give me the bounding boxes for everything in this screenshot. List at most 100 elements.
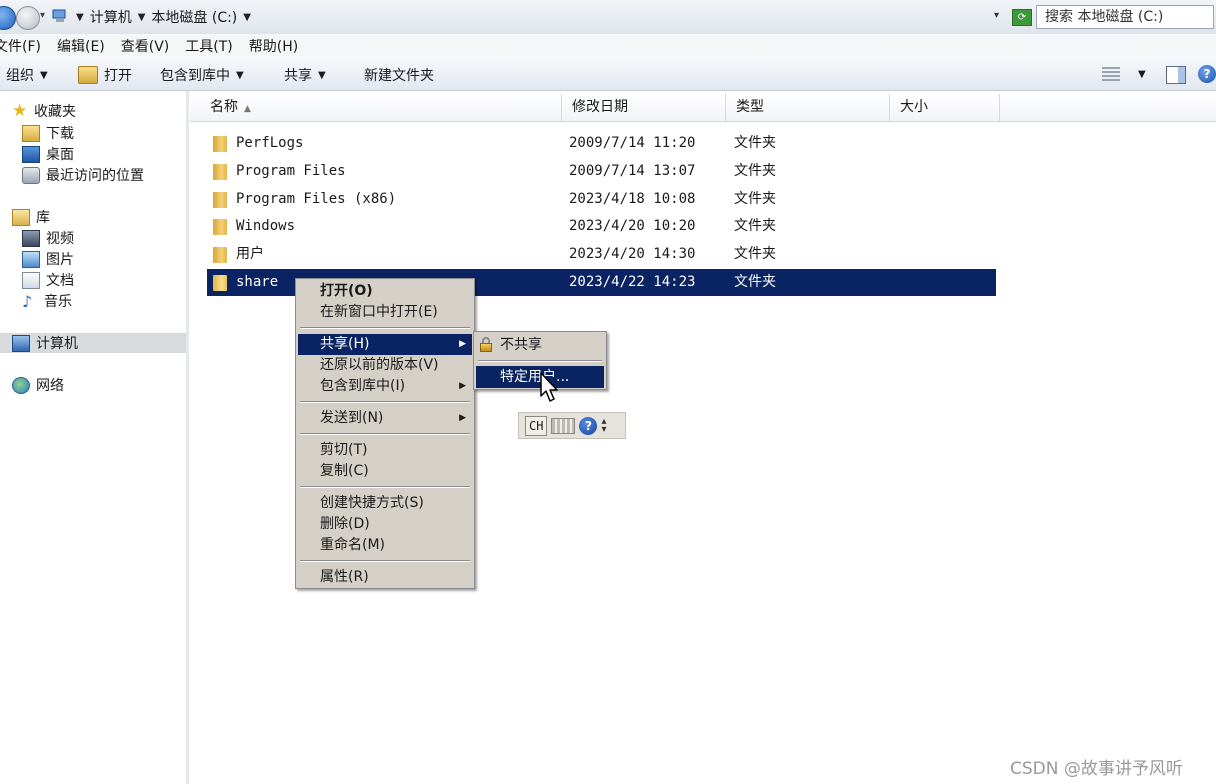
ctx-include-library-label: 包含到库中(I) — [320, 378, 406, 394]
menu-separator — [300, 560, 470, 562]
help-icon[interactable]: ? — [579, 416, 598, 435]
file-row[interactable]: 用户 2023/4/20 14:30 文件夹 — [207, 241, 996, 268]
column-header-size[interactable]: 大小 — [890, 94, 1000, 121]
nav-pictures[interactable]: 图片 — [22, 249, 74, 269]
breadcrumb-computer[interactable]: 计算机 — [90, 7, 132, 27]
new-folder-button[interactable]: 新建文件夹 — [364, 65, 434, 85]
chevron-down-icon: ▼ — [236, 69, 244, 81]
breadcrumb-local-disk[interactable]: 本地磁盘 (C:) — [151, 7, 237, 27]
file-row[interactable]: PerfLogs 2009/7/14 11:20 文件夹 — [207, 130, 996, 157]
menu-view[interactable]: 查看(V) — [121, 36, 178, 56]
nav-network[interactable]: 网络 — [12, 375, 64, 395]
nav-favorites[interactable]: ★ 收藏夹 — [12, 101, 76, 121]
preview-pane-icon[interactable] — [1166, 66, 1186, 84]
ctx-cut[interactable]: 剪切(T) — [298, 440, 472, 461]
ctx-delete[interactable]: 删除(D) — [298, 514, 472, 535]
computer-icon — [52, 9, 66, 22]
column-header-type[interactable]: 类型 — [726, 94, 890, 121]
ctx-include-library[interactable]: 包含到库中(I) ▶ — [298, 376, 472, 397]
open-label: 打开 — [104, 68, 132, 84]
nav-computer-label: 计算机 — [36, 336, 78, 352]
nav-documents[interactable]: 文档 — [22, 270, 74, 290]
desktop-icon — [22, 145, 40, 163]
search-input[interactable]: 搜索 本地磁盘 (C:) — [1036, 5, 1214, 29]
address-history-dropdown-icon[interactable]: ▾ — [994, 10, 999, 21]
ctx-share[interactable]: 共享(H) ▶ — [298, 334, 472, 355]
menu-edit[interactable]: 编辑(E) — [57, 36, 113, 56]
documents-icon — [22, 271, 40, 289]
nav-favorites-label: 收藏夹 — [34, 104, 76, 120]
column-header-date[interactable]: 修改日期 — [562, 94, 726, 121]
recent-pages-dropdown-icon[interactable]: ▾ — [40, 10, 45, 21]
nav-downloads[interactable]: 下载 — [22, 123, 74, 143]
include-library-button[interactable]: 包含到库中 ▼ — [160, 65, 244, 85]
nav-libraries[interactable]: 库 — [12, 207, 50, 227]
nav-music[interactable]: ♪ 音乐 — [22, 291, 72, 311]
organize-button[interactable]: 组织 ▼ — [6, 65, 48, 85]
file-name: PerfLogs — [236, 135, 304, 151]
options-icon[interactable]: ▴ ▾ — [601, 416, 606, 434]
file-name: 用户 — [236, 246, 264, 262]
sort-ascending-icon: ▲ — [244, 104, 251, 114]
ctx-open-new-window[interactable]: 在新窗口中打开(E) — [298, 302, 472, 323]
menu-file[interactable]: 文件(F) — [0, 36, 49, 56]
nav-documents-label: 文档 — [46, 273, 74, 289]
file-row[interactable]: Program Files 2009/7/14 13:07 文件夹 — [207, 158, 996, 185]
mouse-cursor-icon — [540, 372, 558, 402]
column-header-name[interactable]: 名称 ▲ — [200, 94, 562, 121]
ctx-share-label: 共享(H) — [320, 336, 370, 352]
folder-icon — [213, 219, 227, 235]
folder-icon — [213, 275, 227, 291]
file-date: 2023/4/22 14:23 — [569, 274, 696, 290]
network-icon — [12, 376, 30, 394]
star-icon: ★ — [12, 100, 28, 121]
language-indicator[interactable]: CH — [525, 415, 548, 436]
nav-recent-places[interactable]: 最近访问的位置 — [22, 165, 144, 185]
keyboard-icon[interactable] — [551, 417, 576, 434]
language-bar: CH ? ▴ ▾ — [518, 412, 626, 439]
breadcrumb: ▼ 计算机 ▼ 本地磁盘 (C:) ▼ — [76, 7, 251, 27]
downloads-folder-icon — [22, 124, 40, 142]
file-type: 文件夹 — [734, 246, 776, 262]
ctx-properties[interactable]: 属性(R) — [298, 567, 472, 588]
file-name: Program Files — [236, 163, 346, 179]
music-icon: ♪ — [22, 291, 33, 311]
menu-tools[interactable]: 工具(T) — [185, 36, 240, 56]
forward-button[interactable] — [16, 6, 40, 30]
chevron-down-icon[interactable]: ▼ — [76, 12, 84, 23]
chevron-down-icon[interactable]: ▼ — [243, 12, 251, 23]
file-name: share — [236, 274, 279, 290]
file-type: 文件夹 — [734, 163, 776, 179]
ctx-create-shortcut[interactable]: 创建快捷方式(S) — [298, 493, 472, 514]
file-row[interactable]: Program Files (x86) 2023/4/18 10:08 文件夹 — [207, 186, 996, 213]
chevron-down-icon[interactable]: ▼ — [1138, 69, 1146, 80]
menu-help[interactable]: 帮助(H) — [249, 36, 306, 56]
folder-icon — [213, 164, 227, 180]
ctx-open[interactable]: 打开(O) — [298, 281, 472, 302]
change-view-icon[interactable] — [1102, 67, 1120, 82]
submenu-no-share[interactable]: 不共享 — [476, 334, 604, 356]
chevron-down-icon[interactable]: ▼ — [138, 12, 146, 23]
folder-icon — [213, 192, 227, 208]
help-icon[interactable]: ? — [1198, 65, 1216, 83]
nav-desktop[interactable]: 桌面 — [22, 144, 74, 164]
include-library-label: 包含到库中 — [160, 68, 230, 84]
ctx-send-to[interactable]: 发送到(N) ▶ — [298, 408, 472, 429]
recent-places-icon — [22, 166, 40, 184]
ctx-copy[interactable]: 复制(C) — [298, 461, 472, 482]
nav-videos[interactable]: 视频 — [22, 228, 74, 248]
menu-bar: 文件(F) 编辑(E) 查看(V) 工具(T) 帮助(H) — [0, 34, 1216, 58]
ctx-rename[interactable]: 重命名(M) — [298, 535, 472, 556]
open-button[interactable]: 打开 — [78, 65, 132, 85]
refresh-button[interactable]: ⟳ — [1012, 9, 1032, 26]
ctx-restore-versions[interactable]: 还原以前的版本(V) — [298, 355, 472, 376]
file-name: Program Files (x86) — [236, 191, 397, 207]
file-type: 文件夹 — [734, 274, 776, 290]
share-button[interactable]: 共享 ▼ — [284, 65, 326, 85]
nav-computer[interactable]: 计算机 — [0, 333, 186, 353]
nav-desktop-label: 桌面 — [46, 147, 74, 163]
back-button[interactable] — [0, 6, 16, 30]
file-row[interactable]: Windows 2023/4/20 10:20 文件夹 — [207, 213, 996, 240]
menu-separator — [300, 486, 470, 488]
menu-separator — [300, 401, 470, 403]
